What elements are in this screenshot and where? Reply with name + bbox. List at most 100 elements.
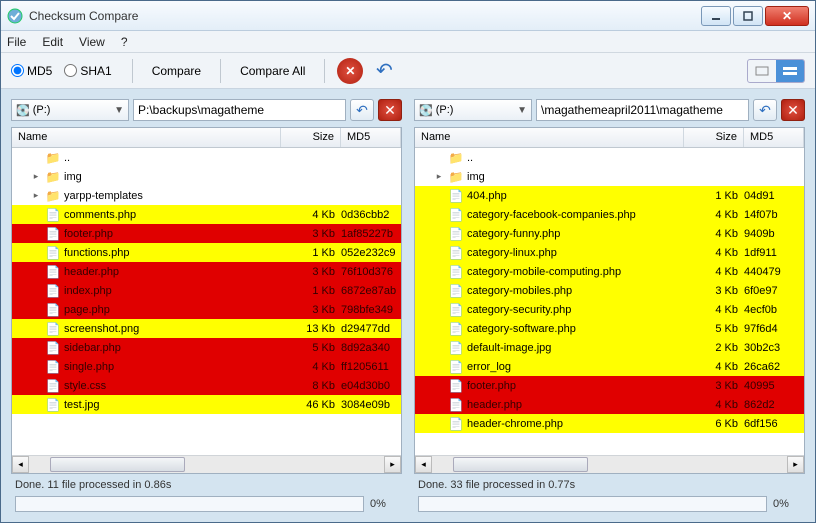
file-row[interactable]: 📄header-chrome.php6 Kb6df156 <box>415 414 804 433</box>
menubar: File Edit View ? <box>1 31 815 53</box>
menu-edit[interactable]: Edit <box>42 35 63 49</box>
col-md5[interactable]: MD5 <box>744 128 804 147</box>
expand-arrow-icon[interactable]: ▸ <box>30 190 42 201</box>
file-row[interactable]: 📄category-funny.php4 Kb9409b <box>415 224 804 243</box>
file-row[interactable]: 📄header.php4 Kb862d2 <box>415 395 804 414</box>
minimize-button[interactable] <box>701 6 731 26</box>
right-hscroll[interactable]: ◂ ▸ <box>415 455 804 473</box>
file-size: 4 Kb <box>694 209 744 221</box>
file-row[interactable]: 📄default-image.jpg2 Kb30b2c3 <box>415 338 804 357</box>
left-list-body[interactable]: 📁..▸📁img▸📁yarpp-templates📄comments.php4 … <box>12 148 401 455</box>
file-md5: 6872e87ab <box>341 285 401 297</box>
file-row[interactable]: 📄single.php4 Kbff1205611 <box>12 357 401 376</box>
view-single-icon[interactable] <box>748 60 776 82</box>
left-pane: 💽 (P:) ▼ ↶ ✕ Name Size MD5 📁..▸📁img▸📁yar… <box>11 97 402 518</box>
col-md5[interactable]: MD5 <box>341 128 401 147</box>
file-row[interactable]: 📄category-linux.php4 Kb1df911 <box>415 243 804 262</box>
cancel-icon[interactable]: ✕ <box>337 58 363 84</box>
file-row[interactable]: 📄comments.php4 Kb0d36cbb2 <box>12 205 401 224</box>
file-size: 3 Kb <box>291 304 341 316</box>
compare-all-button[interactable]: Compare All <box>229 59 316 83</box>
file-row[interactable]: 📄category-mobile-computing.php4 Kb440479 <box>415 262 804 281</box>
radio-md5[interactable]: MD5 <box>11 64 52 78</box>
file-icon: 📄 <box>45 378 61 394</box>
expand-arrow-icon[interactable]: ▸ <box>433 171 445 182</box>
col-size[interactable]: Size <box>684 128 744 147</box>
left-undo-button[interactable]: ↶ <box>350 99 374 121</box>
folder-row[interactable]: ▸📁yarpp-templates <box>12 186 401 205</box>
col-name[interactable]: Name <box>12 128 281 147</box>
right-progress-pct: 0% <box>773 498 801 510</box>
right-drive-select[interactable]: 💽 (P:) ▼ <box>414 99 532 121</box>
folder-icon: 📁 <box>448 150 464 166</box>
right-cancel-button[interactable]: ✕ <box>781 99 805 121</box>
left-drive-select[interactable]: 💽 (P:) ▼ <box>11 99 129 121</box>
file-row[interactable]: 📄error_log4 Kb26ca62 <box>415 357 804 376</box>
scroll-right-icon[interactable]: ▸ <box>384 456 401 473</box>
file-size: 13 Kb <box>291 323 341 335</box>
file-row[interactable]: 📄404.php1 Kb04d91 <box>415 186 804 205</box>
folder-row[interactable]: ▸📁img <box>415 167 804 186</box>
file-row[interactable]: 📄category-facebook-companies.php4 Kb14f0… <box>415 205 804 224</box>
expand-arrow-icon[interactable]: ▸ <box>30 171 42 182</box>
file-row[interactable]: 📄footer.php3 Kb1af85227b <box>12 224 401 243</box>
view-split-icon[interactable] <box>776 60 804 82</box>
file-name: category-funny.php <box>467 228 694 240</box>
scroll-right-icon[interactable]: ▸ <box>787 456 804 473</box>
view-toggle[interactable] <box>747 59 805 83</box>
file-name: .. <box>467 152 694 164</box>
maximize-button[interactable] <box>733 6 763 26</box>
file-icon: 📄 <box>448 283 464 299</box>
file-row[interactable]: 📄screenshot.png13 Kbd29477dd <box>12 319 401 338</box>
undo-icon[interactable]: ↶ <box>371 58 397 84</box>
file-row[interactable]: 📄page.php3 Kb798bfe349 <box>12 300 401 319</box>
file-size: 1 Kb <box>694 190 744 202</box>
menu-help[interactable]: ? <box>121 35 128 49</box>
scroll-left-icon[interactable]: ◂ <box>12 456 29 473</box>
file-row[interactable]: 📄functions.php1 Kb052e232c9 <box>12 243 401 262</box>
menu-file[interactable]: File <box>7 35 26 49</box>
folder-row[interactable]: 📁.. <box>415 148 804 167</box>
file-row[interactable]: 📄index.php1 Kb6872e87ab <box>12 281 401 300</box>
left-hscroll[interactable]: ◂ ▸ <box>12 455 401 473</box>
file-md5: 30b2c3 <box>744 342 804 354</box>
right-path-input[interactable] <box>536 99 749 121</box>
file-name: sidebar.php <box>64 342 291 354</box>
col-size[interactable]: Size <box>281 128 341 147</box>
file-name: test.jpg <box>64 399 291 411</box>
file-size: 3 Kb <box>694 285 744 297</box>
file-md5: 0d36cbb2 <box>341 209 401 221</box>
scroll-left-icon[interactable]: ◂ <box>415 456 432 473</box>
file-icon: 📄 <box>448 245 464 261</box>
left-cancel-button[interactable]: ✕ <box>378 99 402 121</box>
file-size: 3 Kb <box>694 380 744 392</box>
file-md5: 440479 <box>744 266 804 278</box>
folder-row[interactable]: 📁.. <box>12 148 401 167</box>
file-row[interactable]: 📄footer.php3 Kb40995 <box>415 376 804 395</box>
file-md5: 14f07b <box>744 209 804 221</box>
file-row[interactable]: 📄category-mobiles.php3 Kb6f0e97 <box>415 281 804 300</box>
file-row[interactable]: 📄sidebar.php5 Kb8d92a340 <box>12 338 401 357</box>
right-undo-button[interactable]: ↶ <box>753 99 777 121</box>
file-icon: 📄 <box>45 340 61 356</box>
compare-button[interactable]: Compare <box>141 59 212 83</box>
left-path-input[interactable] <box>133 99 346 121</box>
file-row[interactable]: 📄test.jpg46 Kb3084e09b <box>12 395 401 414</box>
folder-row[interactable]: ▸📁img <box>12 167 401 186</box>
file-icon: 📄 <box>448 397 464 413</box>
file-row[interactable]: 📄category-software.php5 Kb97f6d4 <box>415 319 804 338</box>
right-list-body[interactable]: 📁..▸📁img📄404.php1 Kb04d91📄category-faceb… <box>415 148 804 455</box>
col-name[interactable]: Name <box>415 128 684 147</box>
file-md5: 1af85227b <box>341 228 401 240</box>
file-icon: 📄 <box>45 207 61 223</box>
file-row[interactable]: 📄header.php3 Kb76f10d376 <box>12 262 401 281</box>
file-row[interactable]: 📄category-security.php4 Kb4ecf0b <box>415 300 804 319</box>
file-row[interactable]: 📄style.css8 Kbe04d30b0 <box>12 376 401 395</box>
file-name: screenshot.png <box>64 323 291 335</box>
file-size: 2 Kb <box>694 342 744 354</box>
right-pane: 💽 (P:) ▼ ↶ ✕ Name Size MD5 📁..▸📁img📄404.… <box>414 97 805 518</box>
menu-view[interactable]: View <box>79 35 105 49</box>
left-status: Done. 11 file processed in 0.86s <box>11 474 402 496</box>
close-button[interactable]: ✕ <box>765 6 809 26</box>
radio-sha1[interactable]: SHA1 <box>64 64 111 78</box>
